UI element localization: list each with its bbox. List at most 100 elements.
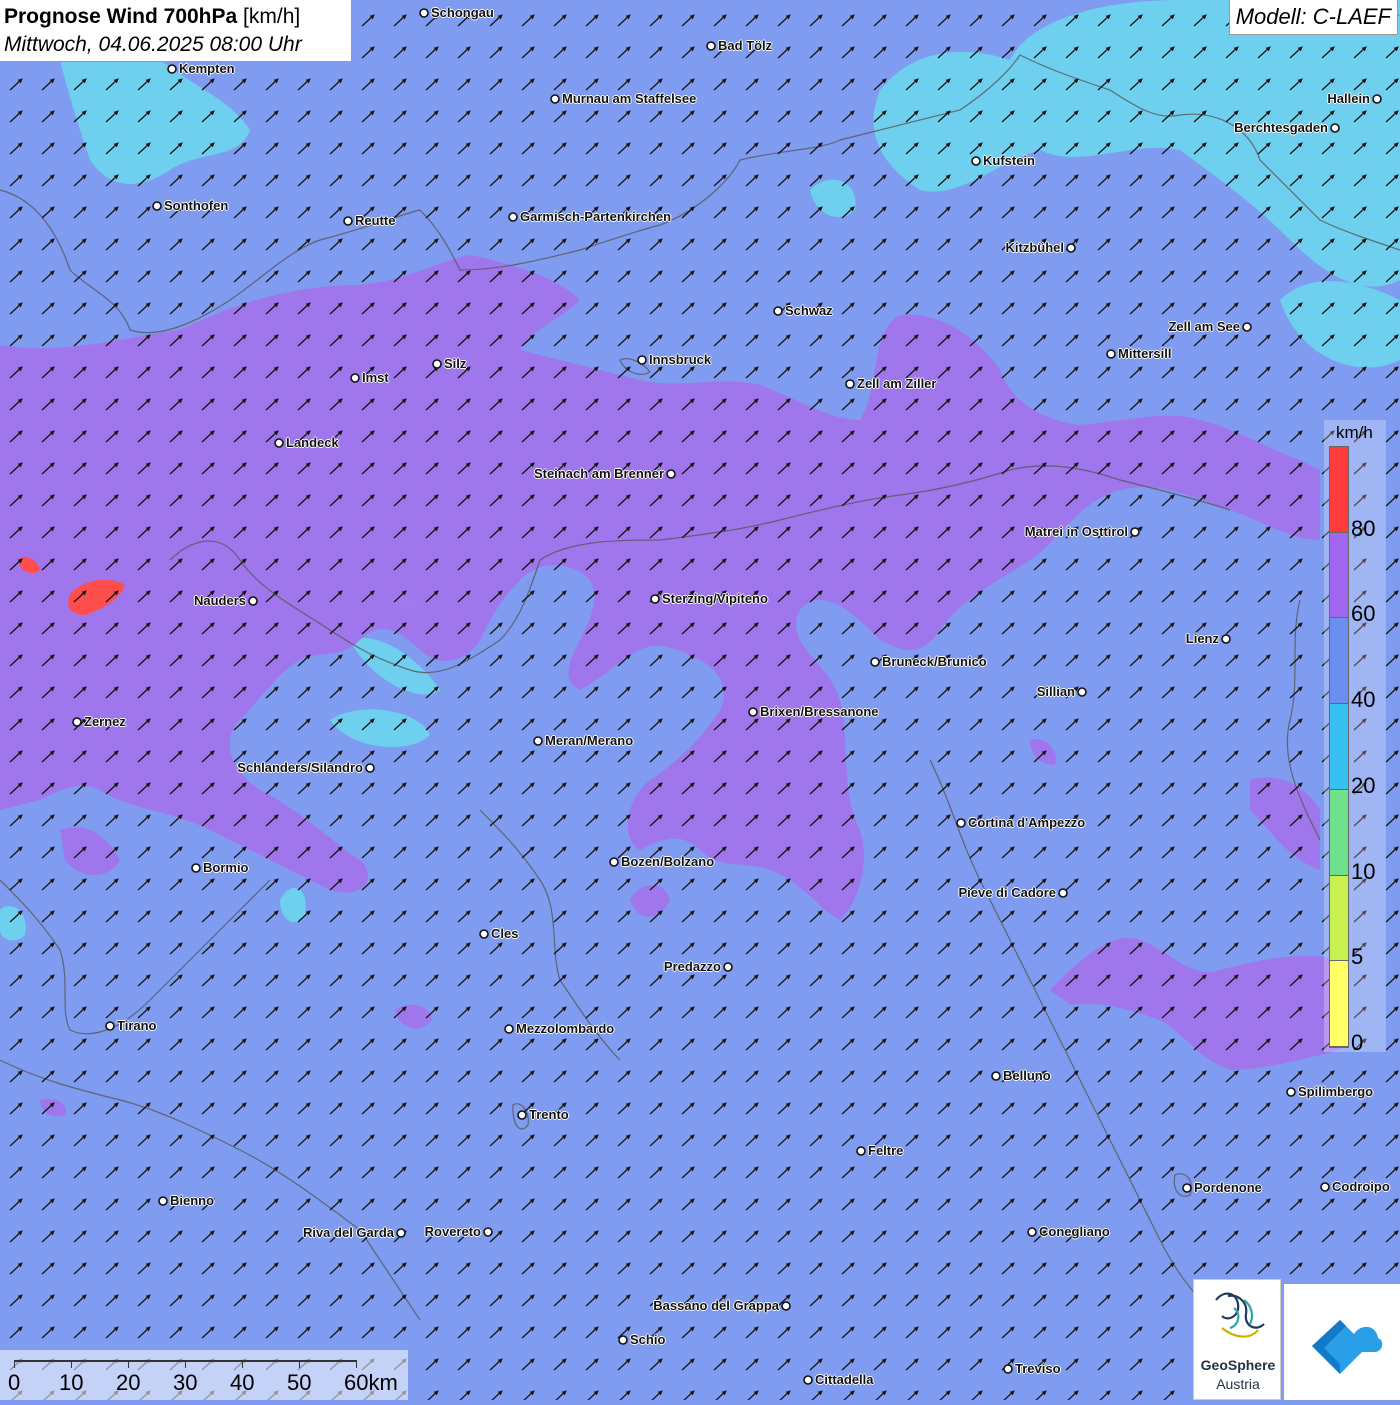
scale-label: 20 <box>116 1370 141 1395</box>
city-label: Bormio <box>203 860 249 875</box>
city-label: Kempten <box>179 61 235 76</box>
legend-tick-label: 5 <box>1351 944 1364 970</box>
city-label: Nauders <box>193 593 246 608</box>
city-marker <box>1320 1182 1330 1192</box>
city-label: Mezzolombardo <box>516 1021 615 1036</box>
scale-label: 0 <box>8 1370 21 1395</box>
city-label: Bienno <box>170 1193 215 1208</box>
scale-label: 50 <box>287 1370 312 1395</box>
city-label: Reutte <box>355 213 396 228</box>
cloud-arrow-icon <box>1312 1320 1383 1374</box>
city-marker <box>517 1110 527 1120</box>
map-unit: [km/h] <box>243 5 301 28</box>
city-marker <box>191 863 201 873</box>
city-marker <box>856 1146 866 1156</box>
scale-tick <box>299 1360 300 1368</box>
city-label: Belluno <box>1003 1068 1051 1083</box>
city-label: Conegliano <box>1039 1224 1110 1239</box>
city-marker <box>1130 527 1140 537</box>
city-label: Sillian <box>1036 684 1075 699</box>
legend-bar <box>1329 446 1349 1048</box>
city-label: Schlanders/Silandro <box>237 760 363 775</box>
city-label: Schwaz <box>785 303 833 318</box>
city-marker <box>1286 1087 1296 1097</box>
city-marker <box>1003 1364 1013 1374</box>
city-marker <box>248 596 258 606</box>
legend-tick-label: 40 <box>1351 687 1376 713</box>
city-marker <box>419 8 429 18</box>
scale-tick <box>356 1360 357 1368</box>
city-marker <box>666 469 676 479</box>
city-marker <box>1077 687 1087 697</box>
legend-color-step <box>1330 618 1348 705</box>
city-marker <box>105 1021 115 1031</box>
city-label: Schongau <box>431 5 494 20</box>
city-marker <box>803 1375 813 1385</box>
city-marker <box>1182 1183 1192 1193</box>
city-label: Brixen/Bressanone <box>760 704 879 719</box>
city-label: Treviso <box>1015 1361 1061 1376</box>
city-marker <box>991 1071 1001 1081</box>
legend-color-step <box>1330 704 1348 790</box>
city-marker <box>274 438 284 448</box>
legend-tick-label: 20 <box>1351 772 1376 798</box>
scale-label: 40 <box>230 1370 255 1395</box>
legend-color-step <box>1330 532 1348 619</box>
legend-color-step <box>1330 961 1348 1047</box>
city-marker <box>781 1301 791 1311</box>
city-label: Hallein <box>1327 91 1370 106</box>
scale-tick <box>185 1360 186 1368</box>
city-label: Sterzing/Vipiteno <box>662 591 768 606</box>
city-label: Rovereto <box>424 1224 481 1239</box>
city-marker <box>365 763 375 773</box>
city-label: Pordenone <box>1194 1180 1262 1195</box>
city-label: Garmisch-Partenkirchen <box>520 209 672 224</box>
city-label: Bad Tölz <box>718 38 773 53</box>
city-label: Bruneck/Brunico <box>882 654 987 669</box>
city-label: Steinach am Brenner <box>533 466 664 481</box>
model-label: Modell: C-LAEF <box>1228 0 1398 35</box>
city-label: Meran/Merano <box>545 733 634 748</box>
city-label: Schio <box>630 1332 666 1347</box>
city-marker <box>1372 94 1382 104</box>
city-label: Cortina d'Ampezzo <box>968 815 1086 830</box>
geosphere-emblem-icon <box>1215 1292 1265 1338</box>
city-marker <box>1058 888 1068 898</box>
city-marker <box>1027 1227 1037 1237</box>
city-marker <box>1221 634 1231 644</box>
scale-bar: 0 10 20 30 40 50 60km <box>0 1350 408 1400</box>
city-label: Codroipo <box>1332 1179 1390 1194</box>
scale-tick <box>71 1360 72 1368</box>
legend-tick-label: 0 <box>1351 1030 1364 1055</box>
city-marker <box>637 355 647 365</box>
city-marker <box>971 156 981 166</box>
scale-tick <box>242 1360 243 1368</box>
city-marker <box>773 306 783 316</box>
city-label: Mittersill <box>1118 346 1172 361</box>
city-label: Trento <box>529 1107 569 1122</box>
city-label: Lienz <box>1185 631 1219 646</box>
city-marker <box>609 857 619 867</box>
city-label: Riva del Garda <box>302 1225 394 1240</box>
legend-color-step <box>1330 789 1348 876</box>
city-label: Bozen/Bolzano <box>621 854 715 869</box>
city-marker <box>650 594 660 604</box>
legend-color-step <box>1330 447 1348 533</box>
city-marker <box>748 707 758 717</box>
city-label: Innsbruck <box>649 352 712 367</box>
city-label: Matrei in Osttirol <box>1024 524 1128 539</box>
city-marker <box>1106 349 1116 359</box>
city-marker <box>479 929 489 939</box>
city-label: Spilimbergo <box>1298 1084 1374 1099</box>
city-label: Murnau am Staffelsee <box>562 91 697 106</box>
city-label: Bassano del Grappa <box>653 1298 779 1313</box>
scale-label: 60km <box>344 1370 398 1395</box>
map-title: Prognose Wind 700hPa <box>4 5 238 28</box>
city-label: Zernez <box>84 714 126 729</box>
city-label: Zell am Ziller <box>857 376 937 391</box>
city-label: Pieve di Cadore <box>958 885 1056 900</box>
scale-tick <box>14 1360 15 1368</box>
city-label: Cittadella <box>815 1372 874 1387</box>
city-marker <box>706 41 716 51</box>
forecast-datetime: Mittwoch, 04.06.2025 08:00 Uhr <box>4 33 302 56</box>
